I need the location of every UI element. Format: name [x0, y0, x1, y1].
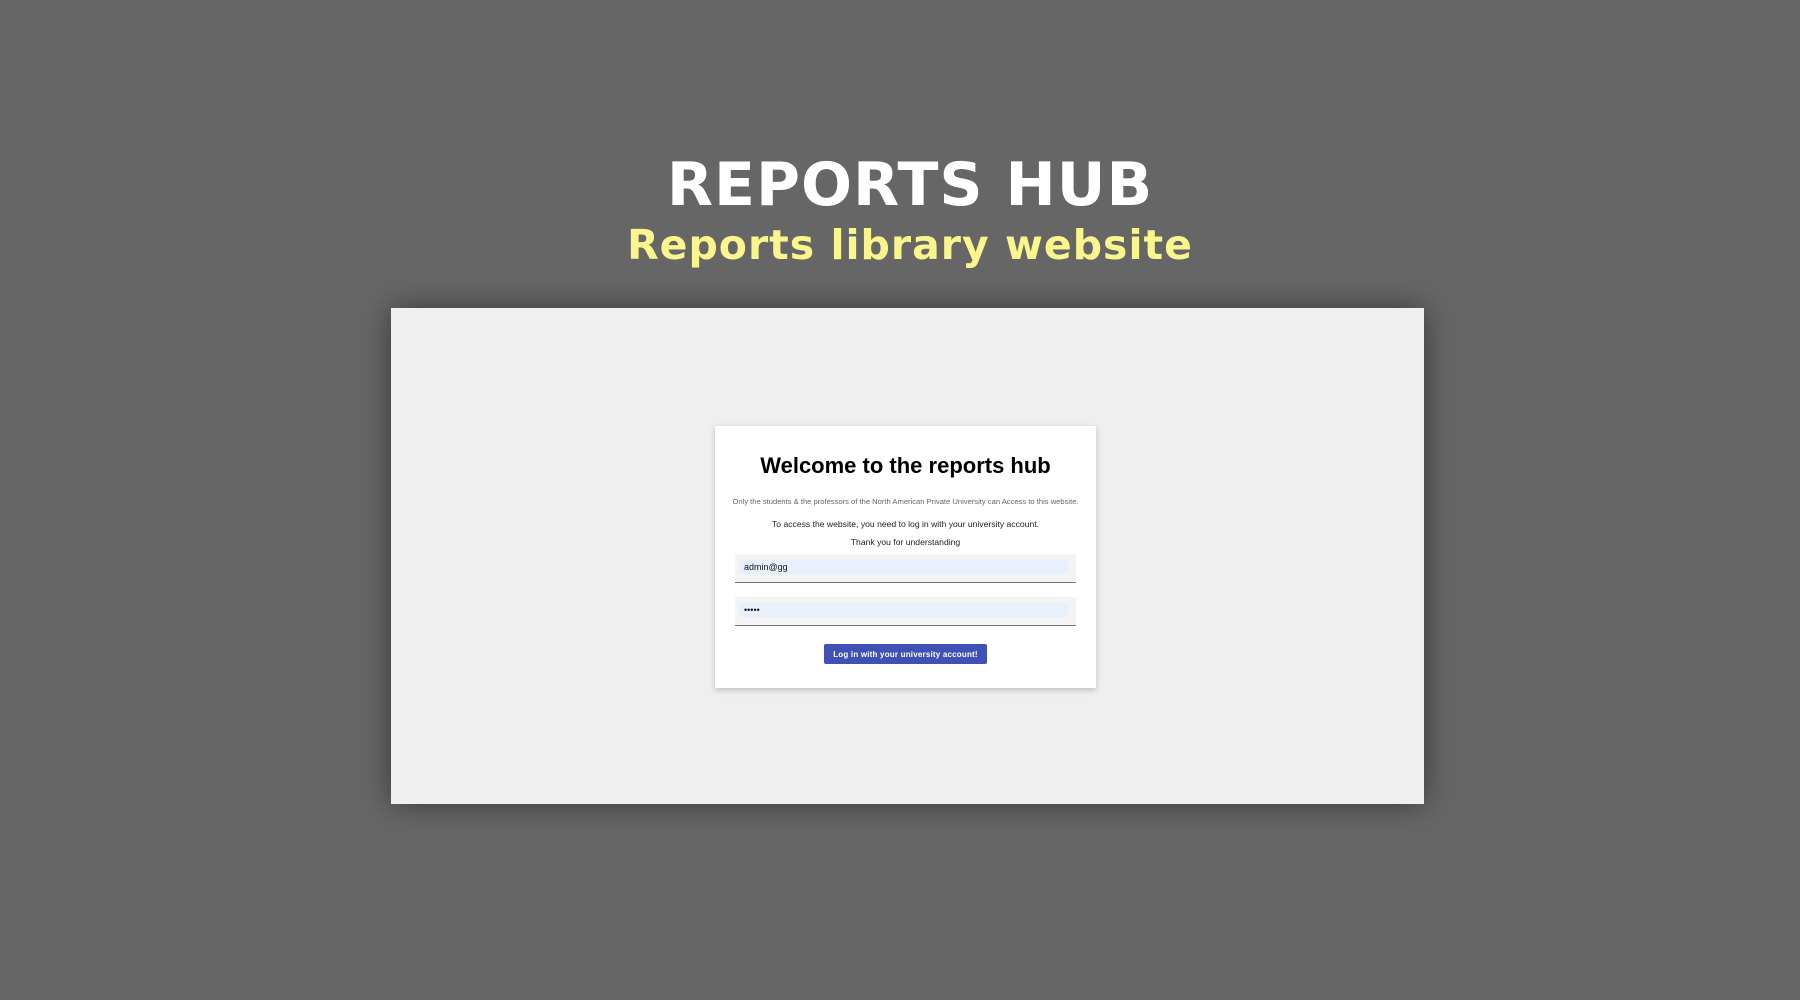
access-note: Only the students & the professors of th…: [732, 497, 1079, 506]
hero-subtitle: Reports library website: [627, 221, 1193, 269]
thanks-text: Thank you for understanding: [850, 537, 961, 547]
login-button[interactable]: Log in with your university account!: [824, 644, 987, 664]
email-input[interactable]: [739, 560, 1068, 574]
hero-title: REPORTS HUB: [666, 150, 1154, 220]
login-instructions: To access the website, you need to log i…: [771, 519, 1040, 529]
hero-header: REPORTS HUB Reports library website: [0, 150, 1800, 270]
login-card: Welcome to the reports hub Only the stud…: [715, 426, 1096, 688]
login-title: Welcome to the reports hub: [760, 453, 1051, 478]
password-field: [735, 597, 1076, 626]
email-field: [735, 554, 1076, 583]
password-input[interactable]: [739, 603, 1068, 617]
app-screenshot-frame: Welcome to the reports hub Only the stud…: [391, 308, 1424, 804]
